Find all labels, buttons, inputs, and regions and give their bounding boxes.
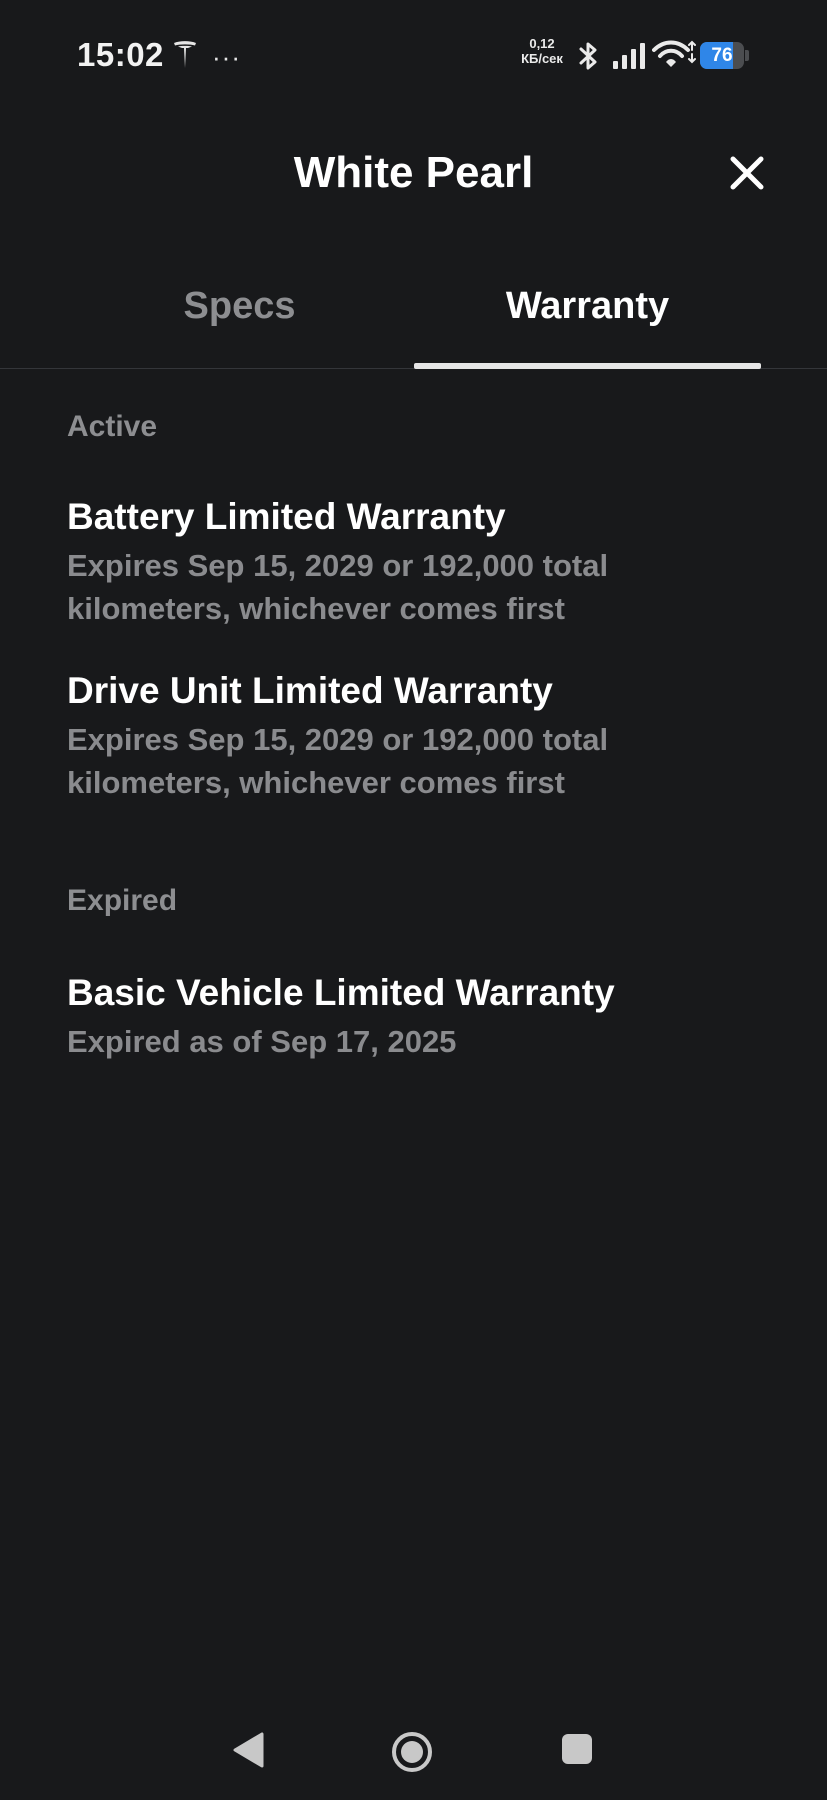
warranty-name: Battery Limited Warranty (67, 496, 506, 537)
close-icon[interactable] (724, 150, 770, 196)
tesla-icon (174, 41, 196, 68)
warranty-description: Expires Sep 15, 2029 or 192,000 total ki… (67, 722, 609, 800)
warranty-description: Expires Sep 15, 2029 or 192,000 total ki… (67, 548, 609, 626)
wifi-icon (652, 40, 696, 67)
battery-tip (745, 50, 749, 61)
active-tab-indicator (414, 363, 761, 369)
page-title: White Pearl (293, 148, 534, 197)
battery-icon: 76 (700, 42, 750, 69)
status-bar: 15:02 ··· 0,12 КБ/сек 76 (0, 0, 827, 110)
status-time: 15:02 (77, 36, 164, 73)
network-speed-unit: КБ/сек (521, 51, 563, 66)
back-icon[interactable] (230, 1730, 266, 1770)
bluetooth-icon (579, 42, 597, 70)
warranty-description: Expired as of Sep 17, 2025 (67, 1024, 457, 1059)
recents-icon[interactable] (560, 1732, 594, 1766)
tab-specs[interactable]: Specs (66, 270, 413, 368)
warranty-item-basic-vehicle: Basic Vehicle Limited Warranty Expired a… (67, 970, 767, 1063)
tab-bar: Specs Warranty (0, 270, 827, 369)
network-speed-value: 0,12 (529, 36, 555, 51)
network-speed: 0,12 КБ/сек (516, 36, 568, 66)
warranty-content: Active Battery Limited Warranty Expires … (67, 410, 767, 1101)
home-icon[interactable] (390, 1730, 434, 1774)
warranty-item-battery: Battery Limited Warranty Expires Sep 15,… (67, 494, 767, 630)
navigation-bar (0, 1710, 827, 1790)
more-icon: ··· (212, 42, 241, 72)
warranty-name: Drive Unit Limited Warranty (67, 670, 553, 711)
warranty-name: Basic Vehicle Limited Warranty (67, 972, 615, 1013)
warranty-item-drive-unit: Drive Unit Limited Warranty Expires Sep … (67, 668, 767, 804)
section-title-expired: Expired (67, 884, 178, 917)
battery-body: 76 (700, 42, 744, 69)
tab-warranty[interactable]: Warranty (414, 270, 761, 368)
battery-level: 76 (711, 45, 733, 66)
section-title-active: Active (67, 410, 158, 443)
signal-icon (613, 43, 645, 69)
